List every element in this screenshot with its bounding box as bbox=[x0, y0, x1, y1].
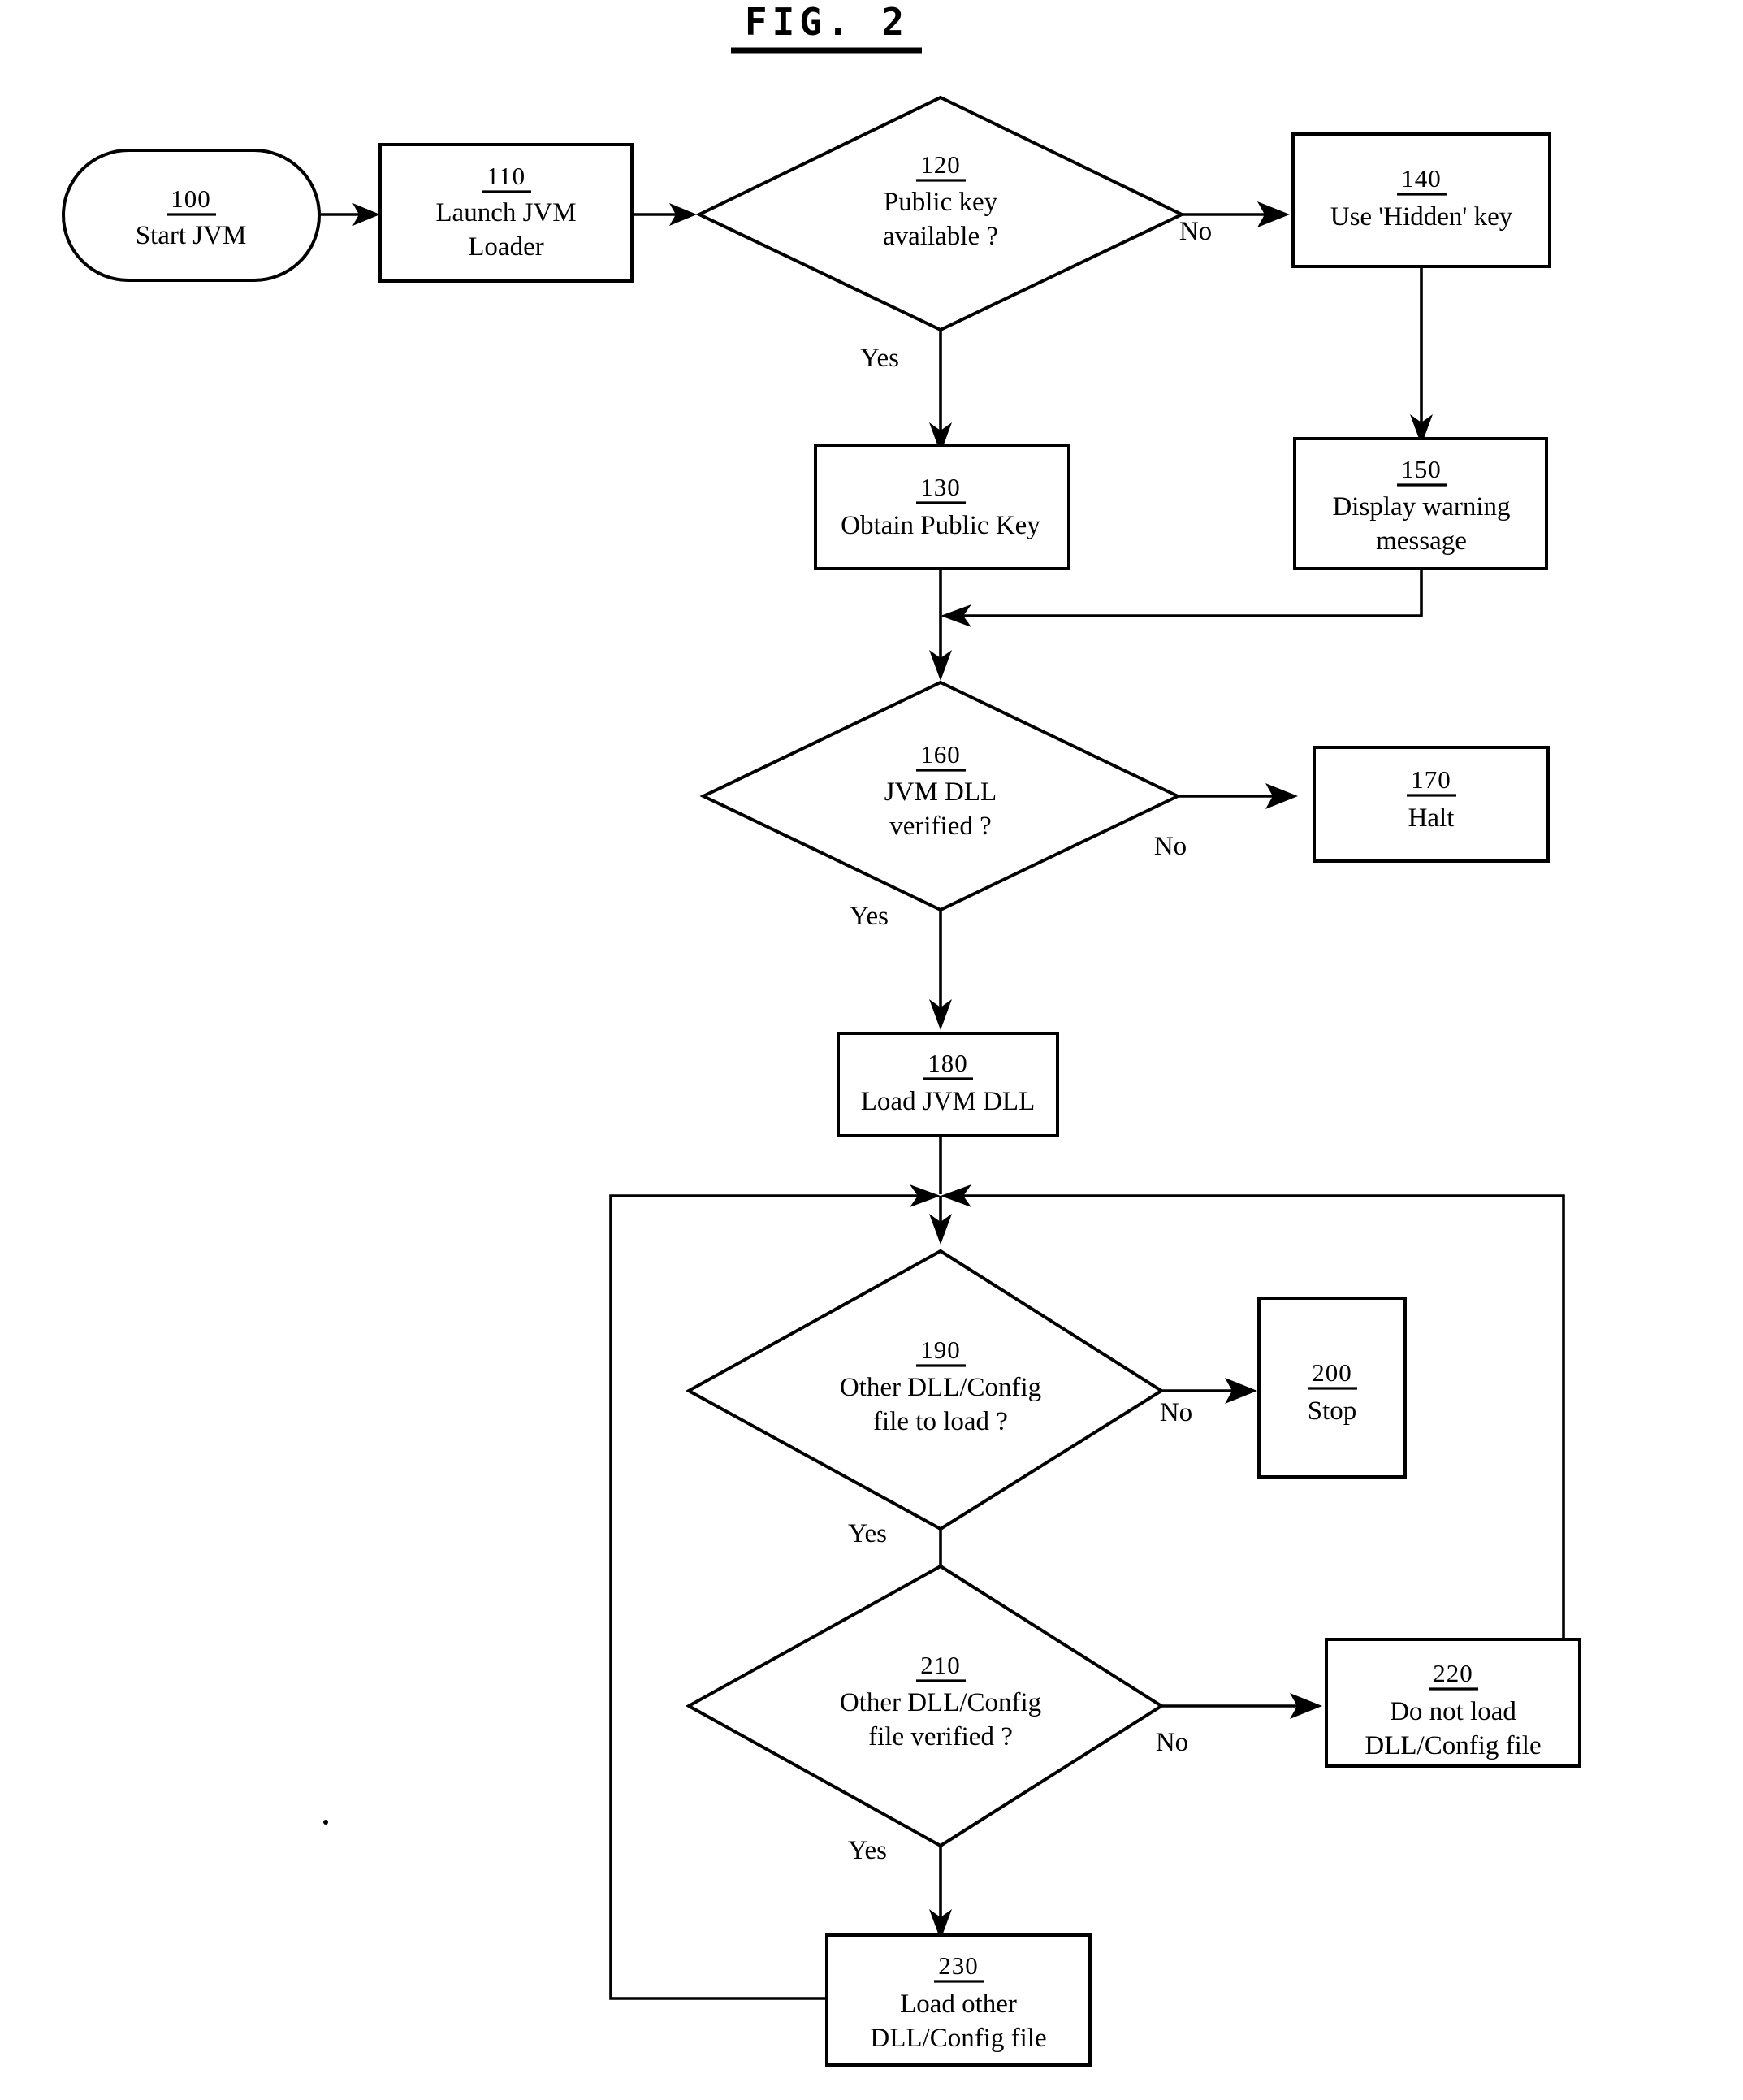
node-210-line2: file verified ? bbox=[868, 1722, 1013, 1751]
node-120[interactable]: 120 Public key available ? bbox=[695, 95, 1186, 332]
node-230[interactable]: 230 Load other DLL/Config file bbox=[825, 1933, 1092, 2067]
node-200[interactable]: 200 Stop bbox=[1257, 1297, 1407, 1479]
node-160-id: 160 bbox=[920, 740, 961, 769]
node-200-line1: Stop bbox=[1308, 1396, 1357, 1426]
node-180[interactable]: 180 Load JVM DLL bbox=[837, 1032, 1059, 1137]
edge-label-210-no: No bbox=[1156, 1728, 1188, 1757]
node-130[interactable]: 130 Obtain Public Key bbox=[814, 444, 1070, 570]
node-190[interactable]: 190 Other DLL/Config file to load ? bbox=[685, 1249, 1165, 1531]
node-100[interactable]: 100 Start JVM bbox=[62, 149, 321, 282]
figure-title-group: FIG. 2 bbox=[731, 0, 922, 54]
node-180-id: 180 bbox=[928, 1049, 968, 1077]
node-190-line1: Other DLL/Config bbox=[840, 1373, 1041, 1402]
edge-label-210-yes: Yes bbox=[848, 1836, 887, 1865]
node-110[interactable]: 110 Launch JVM Loader bbox=[378, 143, 634, 283]
node-220-id: 220 bbox=[1433, 1659, 1473, 1687]
node-130-shape bbox=[814, 444, 1070, 570]
node-110-id: 110 bbox=[487, 162, 525, 190]
node-120-id: 120 bbox=[920, 150, 961, 179]
node-130-line1: Obtain Public Key bbox=[841, 511, 1040, 540]
node-210[interactable]: 210 Other DLL/Config file verified ? bbox=[685, 1564, 1165, 1848]
node-160-line2: verified ? bbox=[889, 812, 992, 841]
node-140-id: 140 bbox=[1401, 164, 1442, 193]
edge-150-to-merge bbox=[952, 569, 1423, 617]
node-140[interactable]: 140 Use 'Hidden' key bbox=[1291, 132, 1551, 268]
edge-label-160-yes: Yes bbox=[850, 902, 889, 931]
flowchart-canvas: FIG. 2 No Yes No Yes No Yes No Yes 100 S… bbox=[62, 0, 1581, 2067]
node-150-id: 150 bbox=[1401, 455, 1442, 483]
node-130-id: 130 bbox=[920, 473, 961, 501]
edge-label-120-yes: Yes bbox=[860, 344, 899, 373]
node-220[interactable]: 220 Do not load DLL/Config file bbox=[1325, 1638, 1581, 1768]
node-230-line2: DLL/Config file bbox=[870, 2024, 1046, 2053]
node-170-line1: Halt bbox=[1408, 803, 1455, 833]
node-210-id: 210 bbox=[920, 1651, 961, 1679]
node-160[interactable]: 160 JVM DLL verified ? bbox=[699, 680, 1182, 912]
node-180-line1: Load JVM DLL bbox=[861, 1087, 1035, 1116]
edge-label-190-yes: Yes bbox=[848, 1519, 887, 1548]
node-160-line1: JVM DLL bbox=[884, 777, 997, 807]
node-230-line1: Load other bbox=[900, 1990, 1017, 2019]
scan-speck bbox=[323, 1820, 328, 1825]
figure-title: FIG. 2 bbox=[745, 0, 909, 44]
node-150-line1: Display warning bbox=[1332, 492, 1510, 522]
node-170[interactable]: 170 Halt bbox=[1313, 746, 1550, 863]
node-230-id: 230 bbox=[938, 1951, 979, 1980]
node-110-line2: Loader bbox=[468, 232, 543, 262]
node-170-id: 170 bbox=[1411, 765, 1451, 794]
node-110-line1: Launch JVM bbox=[435, 198, 576, 227]
node-220-line1: Do not load bbox=[1390, 1697, 1516, 1726]
figure-root: FIG. 2 No Yes No Yes No Yes No Yes 100 S… bbox=[0, 0, 1743, 2100]
node-140-shape bbox=[1291, 132, 1551, 268]
node-100-line1: Start JVM bbox=[136, 221, 247, 250]
node-220-line2: DLL/Config file bbox=[1365, 1731, 1541, 1760]
edge-label-160-no: No bbox=[1154, 832, 1187, 861]
edge-label-120-no: No bbox=[1179, 217, 1212, 246]
node-150[interactable]: 150 Display warning message bbox=[1293, 437, 1548, 570]
node-120-line2: available ? bbox=[883, 222, 998, 251]
node-150-line2: message bbox=[1376, 526, 1467, 556]
node-210-line1: Other DLL/Config bbox=[840, 1688, 1041, 1717]
node-140-line1: Use 'Hidden' key bbox=[1330, 202, 1513, 232]
node-190-id: 190 bbox=[920, 1336, 961, 1364]
node-190-line2: file to load ? bbox=[873, 1407, 1008, 1436]
node-120-line1: Public key bbox=[884, 188, 998, 217]
edge-label-190-no: No bbox=[1160, 1398, 1192, 1427]
node-200-id: 200 bbox=[1312, 1358, 1352, 1387]
node-100-id: 100 bbox=[171, 184, 211, 213]
